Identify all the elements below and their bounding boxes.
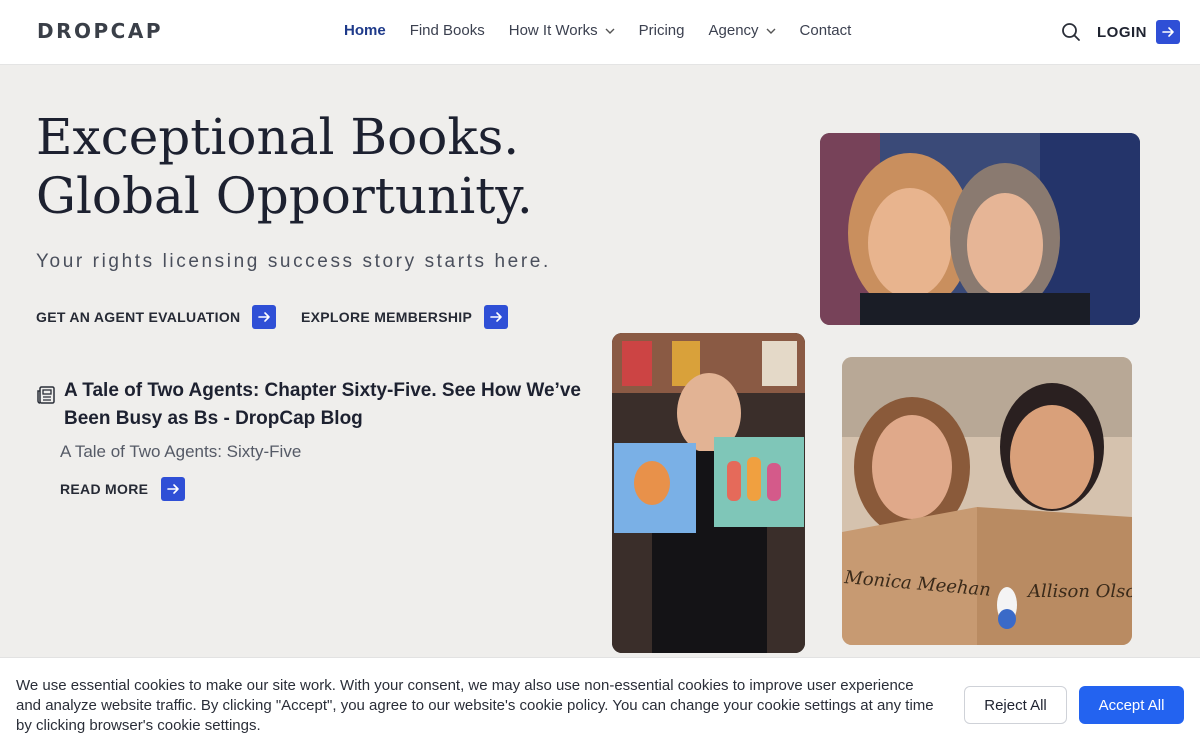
photo-woman-with-books [612,333,805,653]
main-nav: Home Find Books How It Works Pricing Age… [344,22,875,39]
arrow-right-icon [1162,27,1174,37]
agent-evaluation-link[interactable]: GET AN AGENT EVALUATION [36,305,277,329]
explore-membership-link[interactable]: EXPLORE MEMBERSHIP [301,305,509,329]
nav-item-how-it-works[interactable]: How It Works [509,22,615,39]
accept-all-button[interactable]: Accept All [1079,686,1184,724]
reject-all-button[interactable]: Reject All [964,686,1067,724]
chevron-down-icon [766,28,776,34]
cta-label: GET AN AGENT EVALUATION [36,309,241,325]
photo-agents-with-book: Monica Meehan Allison Olso [842,357,1132,645]
newspaper-icon [37,386,55,404]
site-header: DROPCAP Home Find Books How It Works Pri… [0,0,1200,65]
nav-item-label: Home [344,22,386,39]
cookie-consent-text: We use essential cookies to make our sit… [16,677,934,734]
photo-agents-selfie [820,133,1140,325]
hero-tagline: Your rights licensing success story star… [36,251,551,272]
read-more-label: READ MORE [60,481,149,497]
search-icon[interactable] [1060,21,1082,43]
nav-item-label: Find Books [409,22,485,39]
nav-item-find-books[interactable]: Find Books [410,22,485,39]
blog-post-subtitle: A Tale of Two Agents: Sixty-Five [60,442,302,461]
nav-item-home[interactable]: Home [344,22,386,39]
arrow-right-icon [161,477,186,501]
nav-item-pricing[interactable]: Pricing [639,22,685,39]
cta-label: EXPLORE MEMBERSHIP [301,309,473,325]
hero-title-line-2: Global Opportunity. [36,167,533,225]
login-link[interactable]: LOGIN [1097,24,1147,41]
blog-post-title[interactable]: A Tale of Two Agents: Chapter Sixty-Five… [64,377,584,433]
nav-item-label: Pricing [638,22,685,39]
hero-title-line-1: Exceptional Books. [36,108,520,166]
nav-item-contact[interactable]: Contact [800,22,852,39]
chevron-down-icon [605,28,615,34]
nav-item-label: How It Works [508,22,598,39]
arrow-right-icon [484,305,509,329]
dropcap-logo[interactable]: DROPCAP [37,19,163,43]
nav-item-label: Agency [708,22,759,39]
arrow-right-icon [252,305,277,329]
nav-item-label: Contact [799,22,852,39]
read-more-link[interactable]: READ MORE [60,477,186,501]
login-button[interactable] [1156,20,1180,44]
book-signature-right: Allison Olso [1026,581,1132,602]
cookie-consent-banner: We use essential cookies to make our sit… [0,657,1200,750]
hero-title: Exceptional Books. Global Opportunity. [36,108,596,226]
nav-item-agency[interactable]: Agency [709,22,776,39]
